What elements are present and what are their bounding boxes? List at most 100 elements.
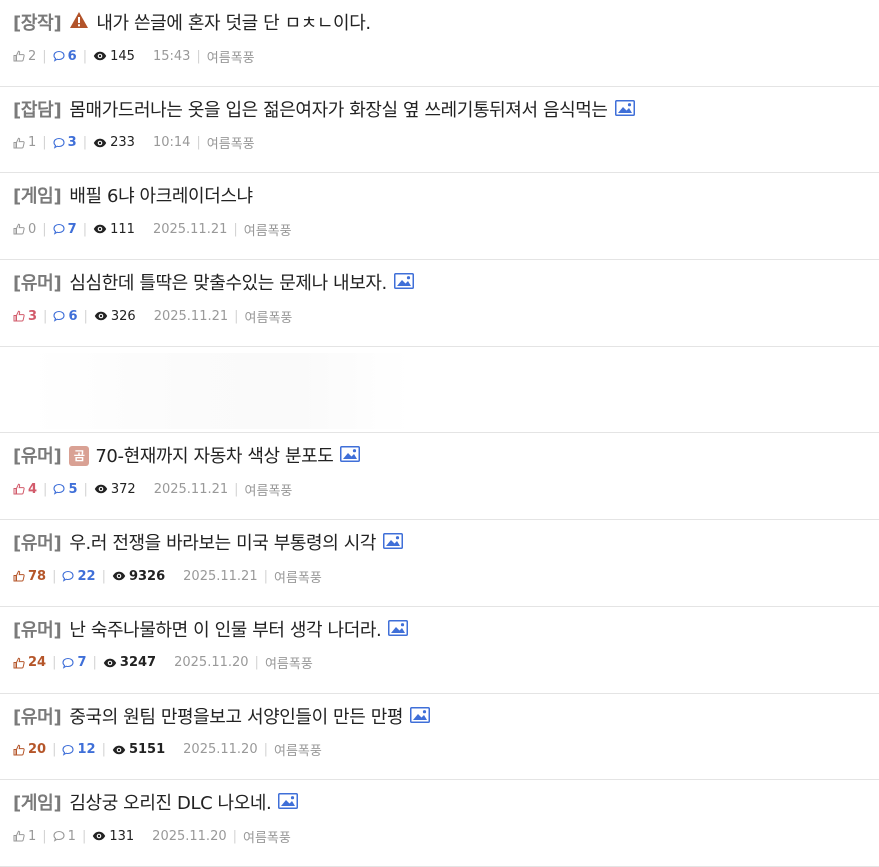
thumbs-up-icon: [13, 570, 25, 582]
post-item[interactable]: [유머] 난 숙주나물하면 이 인물 부터 생각 나더라. 24 | 7 | 3…: [0, 607, 879, 694]
thumbs-up-icon: [13, 137, 25, 149]
post-item[interactable]: [장작] 내가 쓴글에 혼자 덧글 단 ㅁㅊㄴ이다. 2 | 6 | 145 1…: [0, 0, 879, 87]
post-category: [게임]: [13, 793, 62, 815]
post-title-row[interactable]: [유머] 난 숙주나물하면 이 인물 부터 생각 나더라.: [13, 615, 879, 643]
post-item[interactable]: [유머] 우.러 전쟁을 바라보는 미국 부통령의 시각 78 | 22 | 9…: [0, 520, 879, 607]
meta-divider: |: [82, 48, 88, 64]
prefix-slot: 곰: [69, 445, 95, 466]
post-title[interactable]: 난 숙주나물하면 이 인물 부터 생각 나더라.: [69, 616, 381, 642]
speech-bubble-icon: [53, 223, 65, 236]
comment-count-value: 7: [77, 655, 87, 671]
post-author[interactable]: 여름폭풍: [245, 307, 293, 326]
speech-bubble-icon: [62, 570, 75, 582]
view-count-value: 3247: [119, 655, 157, 671]
comment-count-value: 7: [67, 221, 77, 237]
post-title[interactable]: 심심한데 틀딱은 맞출수있는 문제나 내보자.: [69, 269, 387, 295]
post-item[interactable]: [잡담] 몸매가드러나는 옷을 입은 젊은여자가 화장실 옆 쓰레기통뒤져서 음…: [0, 87, 879, 174]
post-meta: 2 | 6 | 145 15:43 | 여름폭풍: [13, 44, 879, 68]
speech-bubble-icon: [53, 310, 65, 322]
post-title[interactable]: 김상궁 오리진 DLC 나오네.: [69, 789, 271, 815]
eye-icon: [94, 311, 108, 321]
post-item[interactable]: [유머] 심심한데 틀딱은 맞출수있는 문제나 내보자. 3 | 6 | 326…: [0, 260, 879, 347]
post-title-row[interactable]: [유머] 곰 70-현재까지 자동차 색상 분포도: [13, 441, 879, 469]
like-count: 1: [13, 829, 36, 844]
post-title[interactable]: 내가 쓴글에 혼자 덧글 단 ㅁㅊㄴ이다.: [96, 9, 371, 35]
post-title[interactable]: 우.러 전쟁을 바라보는 미국 부통령의 시각: [69, 529, 376, 555]
eye-icon: [103, 658, 117, 668]
post-author[interactable]: 여름폭풍: [265, 653, 313, 672]
post-meta: 20 | 12 | 5151 2025.11.20 | 여름폭풍: [13, 738, 879, 762]
post-item[interactable]: [유머] 중국의 원팀 만평을보고 서양인들이 만든 만평 20 | 12 |: [0, 694, 879, 781]
view-count-value: 145: [110, 48, 135, 64]
post-title-row[interactable]: [유머] 중국의 원팀 만평을보고 서양인들이 만든 만평: [13, 702, 879, 730]
post-title-row[interactable]: [장작] 내가 쓴글에 혼자 덧글 단 ㅁㅊㄴ이다.: [13, 8, 879, 36]
like-count-value: 20: [28, 742, 47, 757]
meta-divider: |: [83, 308, 88, 324]
meta-divider: |: [42, 48, 47, 64]
post-time: 2025.11.21: [153, 481, 229, 497]
post-title-row[interactable]: [유머] 우.러 전쟁을 바라보는 미국 부통령의 시각: [13, 528, 879, 556]
view-count: 5151: [112, 742, 165, 757]
post-author[interactable]: 여름폭풍: [274, 740, 322, 759]
like-count-value: 78: [28, 568, 47, 584]
eye-icon: [94, 484, 108, 494]
post-meta: 78 | 22 | 9326 2025.11.21 | 여름폭풍: [13, 564, 879, 588]
like-count: 4: [13, 482, 37, 497]
meta-divider: |: [43, 308, 48, 324]
post-item[interactable]: [유머] 곰 70-현재까지 자동차 색상 분포도 4 | 5 | 372 20…: [0, 433, 879, 521]
view-count: 131: [92, 829, 134, 844]
comment-count[interactable]: 12: [62, 742, 96, 757]
view-count-value: 9326: [128, 568, 166, 584]
post-title-row[interactable]: [잡담] 몸매가드러나는 옷을 입은 젊은여자가 화장실 옆 쓰레기통뒤져서 음…: [13, 95, 879, 123]
image-slot: [376, 532, 404, 552]
comment-count[interactable]: 7: [53, 222, 77, 237]
like-count-value: 0: [28, 221, 37, 237]
meta-divider: |: [101, 568, 106, 584]
post-meta: 1 | 3 | 233 10:14 | 여름폭풍: [13, 131, 879, 155]
thumbs-up-icon: [13, 657, 25, 669]
post-title[interactable]: 몸매가드러나는 옷을 입은 젊은여자가 화장실 옆 쓰레기통뒤져서 음식먹는: [69, 96, 608, 122]
prefix-slot: [69, 11, 96, 33]
view-count-value: 131: [109, 828, 135, 844]
post-time: 2025.11.21: [152, 221, 228, 237]
speech-bubble-icon: [53, 50, 65, 62]
comment-count[interactable]: 6: [53, 309, 77, 324]
comment-count[interactable]: 3: [53, 135, 77, 150]
post-title-row[interactable]: [게임] 김상궁 오리진 DLC 나오네.: [13, 788, 879, 816]
view-count-value: 5151: [128, 742, 166, 757]
comment-count[interactable]: 7: [62, 655, 87, 671]
comment-count[interactable]: 5: [53, 482, 77, 497]
meta-divider: |: [234, 308, 239, 324]
post-time: 2025.11.20: [174, 655, 249, 671]
post-author[interactable]: 여름폭풍: [243, 827, 291, 846]
post-author[interactable]: 여름폭풍: [245, 480, 293, 499]
meta-divider: |: [234, 481, 239, 497]
image-slot: [271, 792, 299, 812]
ad-placeholder: [30, 352, 410, 429]
post-item[interactable]: [게임] 배필 6냐 아크레이더스냐 0 | 7 | 111 2025.11.2…: [0, 173, 879, 261]
image-icon: [383, 533, 404, 550]
post-item[interactable]: [게임] 김상궁 오리진 DLC 나오네. 1 | 1 | 131 2025.1…: [0, 780, 879, 867]
post-title-row[interactable]: [유머] 심심한데 틀딱은 맞출수있는 문제나 내보자.: [13, 268, 879, 296]
view-count: 372: [94, 482, 136, 497]
view-count-value: 372: [110, 481, 136, 497]
post-author[interactable]: 여름폭풍: [274, 567, 322, 586]
post-title-row[interactable]: [게임] 배필 6냐 아크레이더스냐: [13, 181, 879, 209]
comment-count[interactable]: 22: [62, 569, 96, 584]
post-title[interactable]: 중국의 원팀 만평을보고 서양인들이 만든 만평: [69, 703, 403, 729]
post-author[interactable]: 여름폭풍: [207, 133, 255, 152]
post-title[interactable]: 70-현재까지 자동차 색상 분포도: [95, 442, 333, 468]
comment-count[interactable]: 1: [53, 829, 76, 844]
post-author[interactable]: 여름폭풍: [207, 47, 255, 66]
view-count-value: 233: [110, 135, 135, 151]
meta-divider: |: [254, 655, 259, 671]
comment-count-value: 12: [77, 742, 96, 757]
comment-count-value: 6: [67, 48, 77, 64]
post-author[interactable]: 여름폭풍: [244, 220, 292, 239]
comment-count[interactable]: 6: [53, 49, 77, 64]
speech-bubble-icon: [53, 830, 65, 842]
post-title[interactable]: 배필 6냐 아크레이더스냐: [69, 182, 253, 208]
meta-divider: |: [232, 828, 237, 844]
meta-divider: |: [81, 828, 87, 844]
post-meta: 4 | 5 | 372 2025.11.21 | 여름폭풍: [13, 477, 879, 501]
